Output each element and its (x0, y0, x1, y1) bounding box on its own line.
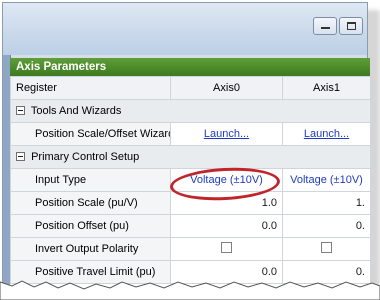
category-label: Primary Control Setup (31, 151, 140, 163)
launch-link-axis1[interactable]: Launch... (282, 122, 371, 146)
maximize-icon (347, 22, 356, 30)
register-name: Position Scale/Offset Wizard (10, 122, 171, 146)
input-type-select-axis1[interactable]: Voltage (±10V) (282, 168, 371, 192)
panel-title: Axis Parameters (10, 58, 370, 76)
title-bar (3, 3, 367, 55)
invert-polarity-cell-axis1 (282, 237, 371, 261)
category-row-tools[interactable]: Tools And Wizards (10, 99, 371, 123)
table-header-row: Register Axis0 Axis1 (10, 76, 371, 100)
table-row: Position Scale/Offset Wizard Launch... L… (10, 122, 371, 146)
register-name: Position Offset (pu) (10, 214, 171, 238)
table-row: Invert Output Polarity (10, 237, 371, 261)
category-label: Tools And Wizards (30, 105, 122, 117)
maximize-button[interactable] (339, 17, 363, 35)
register-name: Input Type (10, 168, 171, 192)
column-header-axis0[interactable]: Axis0 (170, 76, 283, 100)
invert-polarity-checkbox-axis0[interactable] (221, 242, 232, 253)
collapse-icon[interactable] (16, 106, 25, 115)
table-row: Position Offset (pu) 0.0 0. (10, 214, 371, 238)
register-name: Position Scale (pu/V) (10, 191, 171, 215)
column-header-register[interactable]: Register (10, 76, 171, 100)
collapse-icon[interactable] (16, 152, 25, 161)
position-offset-axis0[interactable]: 0.0 (170, 214, 283, 238)
category-cell[interactable]: Tools And Wizards (10, 99, 371, 123)
register-name: Invert Output Polarity (10, 237, 171, 261)
launch-link-axis0[interactable]: Launch... (170, 122, 283, 146)
torn-edge (0, 280, 380, 300)
column-header-axis1[interactable]: Axis1 (282, 76, 371, 100)
invert-polarity-checkbox-axis1[interactable] (321, 242, 332, 253)
minimize-icon (321, 27, 330, 29)
invert-polarity-cell-axis0 (170, 237, 283, 261)
category-cell[interactable]: Primary Control Setup (10, 145, 371, 169)
minimize-button[interactable] (313, 17, 337, 35)
category-row-primary-control[interactable]: Primary Control Setup (10, 145, 371, 169)
position-scale-axis1[interactable]: 1. (282, 191, 371, 215)
position-offset-axis1[interactable]: 0. (282, 214, 371, 238)
